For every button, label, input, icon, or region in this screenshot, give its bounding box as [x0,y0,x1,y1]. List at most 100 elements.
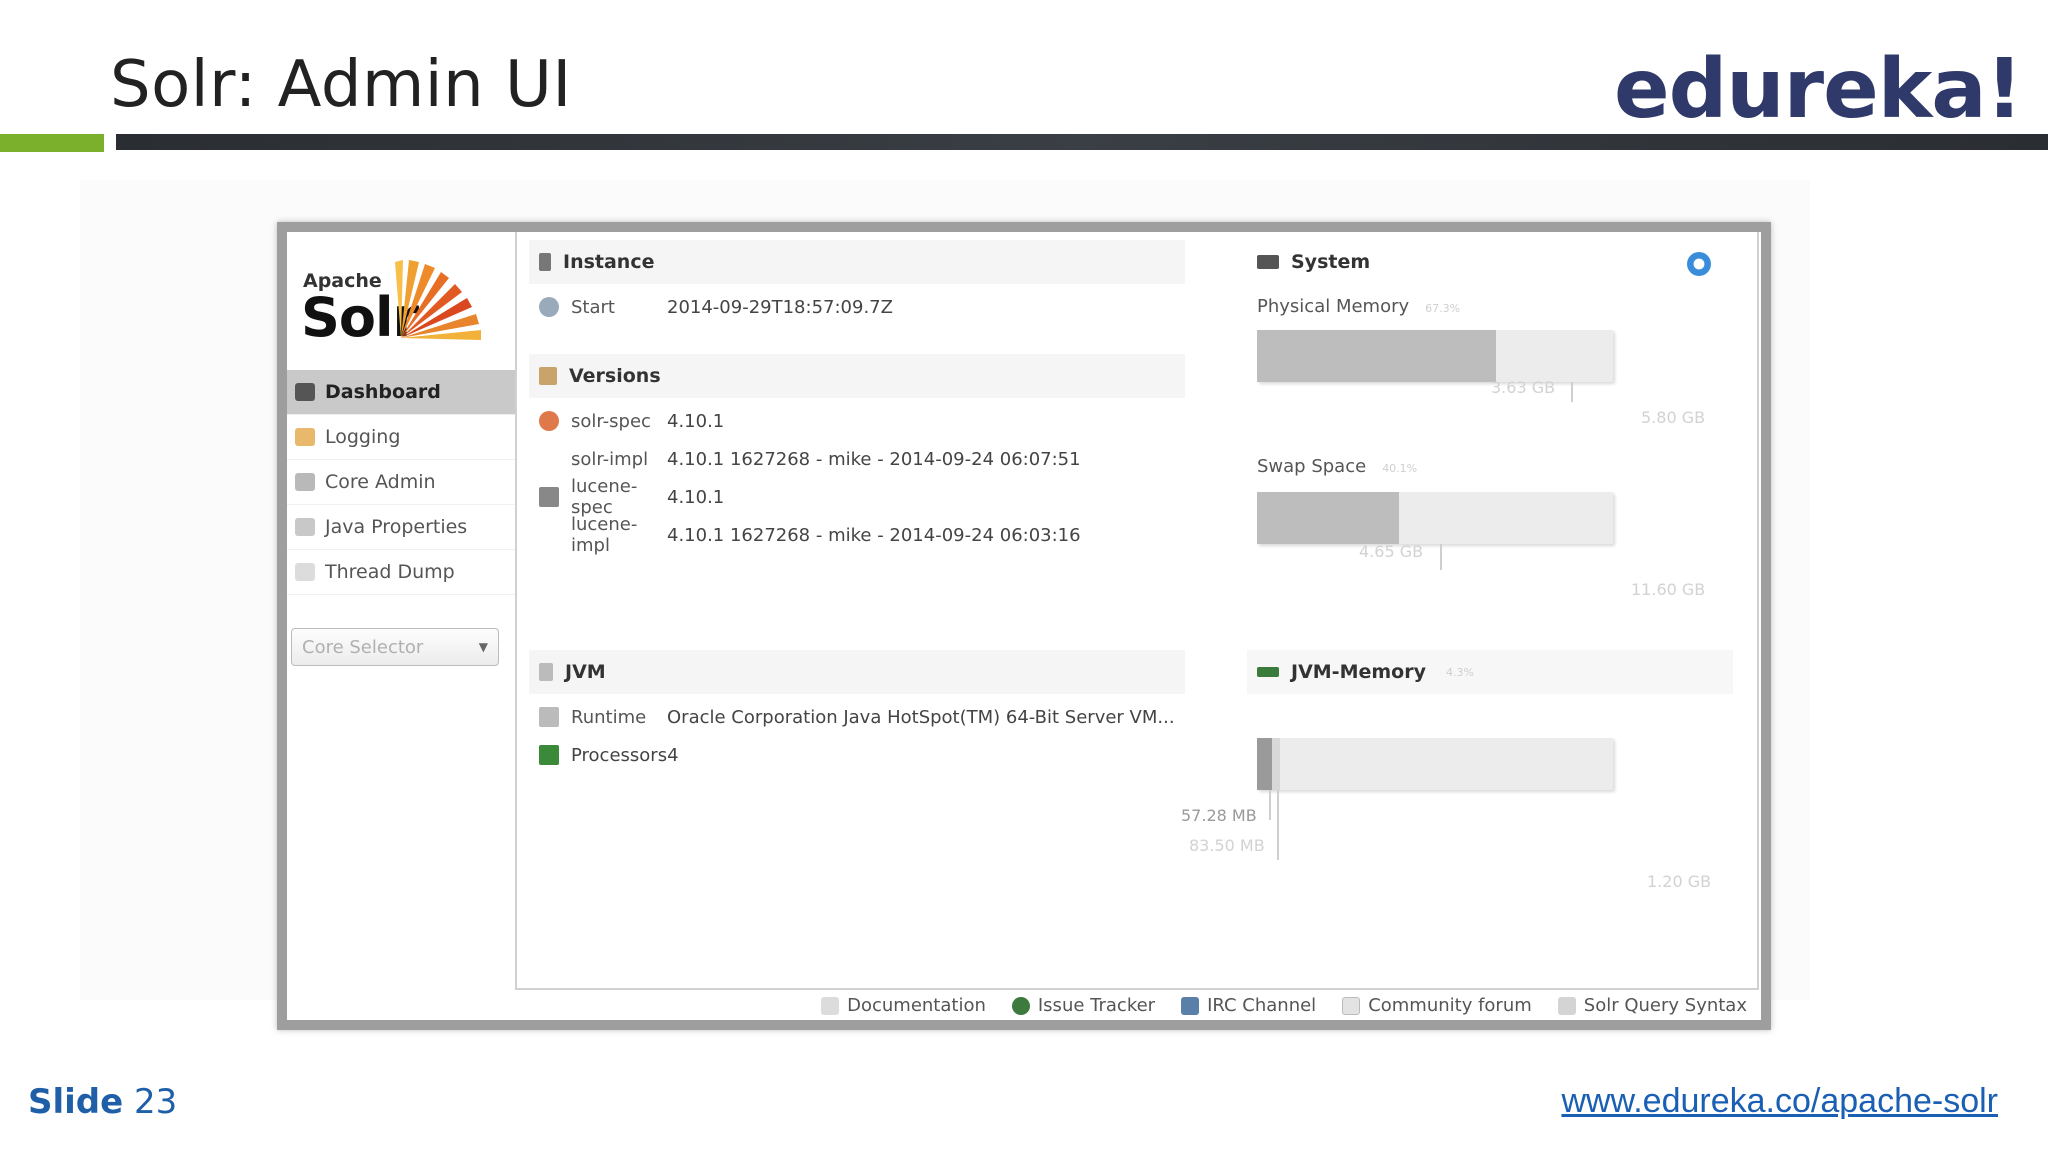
physical-memory-used-tick [1571,382,1573,402]
sidebar-item-label: Logging [325,426,401,448]
bug-icon [1011,996,1030,1015]
version-value: 4.10.1 1627268 - mike - 2014-09-24 06:07… [667,448,1081,470]
versions-title: Versions [569,365,661,387]
java-properties-icon [295,518,315,536]
sidebar-item-label: Java Properties [325,516,468,538]
instance-icon [539,253,551,271]
runtime-value: Oracle Corporation Java HotSpot(TM) 64-B… [667,706,1175,728]
physical-memory-fill [1257,330,1496,382]
sidebar-item-thread-dump[interactable]: Thread Dump [287,550,515,595]
runtime-icon [539,707,559,727]
lucene-icon [539,487,559,507]
jvm-icon [539,663,553,681]
jvm-section-header: JVM [529,650,1185,694]
instance-title: Instance [563,251,655,273]
jvm-title: JVM [565,661,606,683]
jvm-memory-used: 57.28 MB [1181,806,1257,825]
jvm-processors-row: Processors 4 [539,740,679,770]
irc-channel-link[interactable]: IRC Channel [1181,995,1316,1016]
processor-chip-icon [539,745,559,765]
community-forum-link[interactable]: Community forum [1342,995,1532,1016]
solr-sunburst-icon [395,260,481,340]
solr-logo[interactable]: Apache Solr [301,246,501,356]
title-accent-green-bar [0,134,104,152]
dashboard-main: Instance Start 2014-09-29T18:57:09.7Z Ve… [515,232,1759,990]
dashboard-icon [295,383,315,401]
version-value: 4.10.1 [667,410,725,432]
system-icon [1257,255,1279,269]
jvm-memory-bar [1257,738,1613,790]
version-key: lucene-impl [571,514,638,556]
sidebar-item-dashboard[interactable]: Dashboard [287,370,515,415]
jvm-memory-used-fill [1257,738,1273,790]
documentation-link[interactable]: Documentation [821,995,986,1016]
edureka-logo: edureka! [1613,42,2023,137]
slide-number: Slide 23 [28,1082,177,1122]
physical-memory-bar [1257,330,1613,382]
version-key: solr-impl [571,448,649,470]
jvm-memory-committed-tick [1277,790,1279,860]
sidebar-item-label: Thread Dump [325,561,455,583]
version-value: 4.10.1 [667,486,725,508]
version-row: solr-spec 4.10.1 [539,406,724,436]
slide-label: Slide [28,1082,124,1122]
document-icon [821,996,840,1015]
edureka-url-link[interactable]: www.edureka.co/apache-solr [1561,1082,1998,1121]
sidebar-item-java-properties[interactable]: Java Properties [287,505,515,550]
sidebar: Apache Solr Dashboard Logging Core Admin… [287,232,515,1020]
processors-label: Processors [571,744,668,766]
physical-memory-label: Physical Memory 67.3% [1257,296,1460,317]
system-section-header: System [1247,240,1733,284]
processors-value: 4 [667,744,679,766]
swap-space-bar [1257,492,1613,544]
versions-icon [539,367,557,385]
thread-dump-icon [295,563,315,581]
slide-number-value: 23 [134,1082,178,1122]
sidebar-item-label: Dashboard [325,381,441,403]
version-row: lucene-spec 4.10.1 [539,476,725,518]
jvm-memory-committed: 83.50 MB [1189,836,1265,855]
solr-admin-screenshot: Apache Solr Dashboard Logging Core Admin… [277,222,1771,1030]
version-key: solr-spec [571,410,651,432]
sidebar-item-logging[interactable]: Logging [287,415,515,460]
solr-icon [539,411,559,431]
title-accent-dark-bar [116,134,2048,150]
runtime-label: Runtime [571,706,647,728]
version-row: solr-impl 4.10.1 1627268 - mike - 2014-0… [571,444,1081,474]
physical-memory-total: 5.80 GB [1641,408,1706,427]
issue-tracker-link[interactable]: Issue Tracker [1011,995,1156,1016]
version-row: lucene-impl 4.10.1 1627268 - mike - 2014… [571,514,1081,556]
jvm-memory-used-tick [1269,790,1271,820]
solr-query-syntax-link[interactable]: Solr Query Syntax [1557,995,1747,1016]
link-label: Solr Query Syntax [1583,995,1747,1016]
swap-space-label: Swap Space 40.1% [1257,456,1417,477]
people-icon [1181,996,1200,1015]
jvm-runtime-row: Runtime Oracle Corporation Java HotSpot(… [539,702,1175,732]
version-value: 4.10.1 1627268 - mike - 2014-09-24 06:03… [667,524,1081,546]
physical-memory-title: Physical Memory [1257,296,1410,317]
physical-memory-used: 3.63 GB [1491,378,1556,397]
sidebar-nav: Dashboard Logging Core Admin Java Proper… [287,370,515,595]
swap-space-total: 11.60 GB [1631,580,1706,599]
versions-section-header: Versions [529,354,1185,398]
start-value: 2014-09-29T18:57:09.7Z [667,296,893,318]
sidebar-item-label: Core Admin [325,471,436,493]
link-label: IRC Channel [1207,995,1317,1016]
query-syntax-icon [1557,996,1576,1015]
start-label: Start [571,296,615,318]
core-selector-dropdown[interactable]: Core Selector ▼ [291,628,499,666]
refresh-icon[interactable] [1687,252,1711,276]
sidebar-item-core-admin[interactable]: Core Admin [287,460,515,505]
system-title: System [1291,251,1371,273]
swap-space-percent: 40.1% [1382,462,1418,475]
jvm-memory-title: JVM-Memory [1291,661,1426,683]
link-label: Issue Tracker [1037,995,1156,1016]
instance-section-header: Instance [529,240,1185,284]
link-label: Community forum [1368,995,1532,1016]
logging-icon [295,428,315,446]
mail-icon [1342,996,1361,1015]
version-key: lucene-spec [571,476,638,518]
jvm-memory-max: 1.20 GB [1647,872,1712,891]
jvm-memory-icon [1257,667,1279,677]
swap-space-title: Swap Space [1257,456,1367,477]
